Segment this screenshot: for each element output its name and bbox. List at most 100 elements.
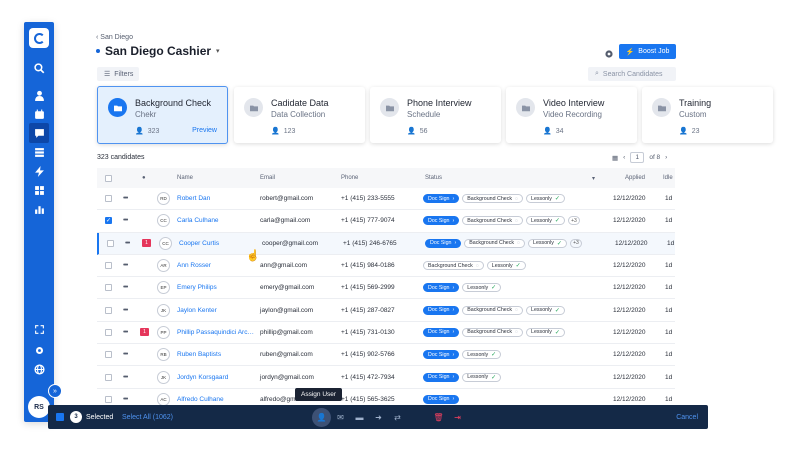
- breadcrumb[interactable]: ‹ San Diego: [96, 34, 133, 41]
- table-row[interactable]: ••• RD Robert Dan robert@gmail.com +1 (415) …: [97, 188, 675, 211]
- stage-card-phone-interview[interactable]: Phone Interview Schedule 👤 56: [370, 87, 501, 143]
- status-tag[interactable]: Lessonly ✓: [528, 238, 567, 248]
- candidate-name[interactable]: Ruben Baptists: [177, 344, 221, 365]
- row-checkbox[interactable]: [105, 195, 112, 203]
- status-tag[interactable]: Background Check ◌: [462, 194, 524, 204]
- bolt-icon[interactable]: [29, 161, 49, 181]
- more-tags-badge[interactable]: +3: [569, 238, 582, 248]
- bar-chart-icon[interactable]: [29, 199, 49, 219]
- status-tag[interactable]: Lessonly ✓: [526, 216, 565, 226]
- row-menu-icon[interactable]: •••: [123, 277, 128, 298]
- bulk-select-checkbox[interactable]: [56, 413, 64, 421]
- status-tag[interactable]: Doc Sign ›: [423, 283, 460, 293]
- status-tag[interactable]: Background Check ◌: [462, 305, 524, 315]
- table-row[interactable]: ••• EP Emery Philips emery@gmail.com +1 (415…: [97, 277, 675, 300]
- boost-job-button[interactable]: ⚡ Boost Job: [619, 44, 676, 59]
- globe-icon[interactable]: [29, 359, 49, 379]
- trash-icon[interactable]: 🗑: [429, 408, 448, 427]
- user-icon[interactable]: [29, 85, 49, 105]
- column-name[interactable]: Name: [177, 168, 193, 188]
- status-tag[interactable]: Doc Sign ›: [423, 194, 460, 204]
- preview-link[interactable]: Preview: [192, 127, 217, 134]
- select-all-link[interactable]: Select All (1062): [122, 414, 173, 421]
- candidate-name[interactable]: Robert Dan: [177, 188, 210, 209]
- row-menu-icon[interactable]: •••: [123, 299, 128, 320]
- chevron-down-icon[interactable]: ▾: [216, 47, 220, 55]
- cancel-button[interactable]: Cancel: [676, 414, 698, 421]
- row-checkbox[interactable]: [105, 306, 112, 314]
- page-input[interactable]: 1: [630, 152, 645, 163]
- column-applied[interactable]: Applied: [625, 168, 645, 188]
- stage-card-training[interactable]: Training Custom 👤 23: [642, 87, 773, 143]
- status-tag[interactable]: Doc Sign ›: [423, 305, 460, 315]
- row-menu-icon[interactable]: •••: [123, 344, 128, 365]
- status-tag[interactable]: Doc Sign ›: [423, 327, 460, 337]
- column-phone[interactable]: Phone: [341, 168, 358, 188]
- row-menu-icon[interactable]: •••: [125, 233, 130, 254]
- status-tag[interactable]: Lessonly ✓: [526, 327, 565, 337]
- candidate-name[interactable]: Jordyn Korsgaard: [177, 366, 228, 387]
- more-tags-badge[interactable]: +3: [567, 216, 580, 226]
- candidate-name[interactable]: Ann Rosser: [177, 255, 211, 276]
- stage-card-background-check[interactable]: Background Check Chekr 👤 323 Preview: [97, 86, 228, 144]
- search-icon[interactable]: [29, 58, 49, 78]
- sort-caret-icon[interactable]: ▾: [592, 168, 595, 188]
- message-badge[interactable]: 1: [142, 239, 151, 248]
- row-checkbox[interactable]: [105, 395, 112, 403]
- status-tag[interactable]: Lessonly ✓: [526, 194, 565, 204]
- calendar-icon[interactable]: [29, 104, 49, 124]
- row-checkbox[interactable]: ✓: [105, 217, 112, 225]
- search-input[interactable]: ⌕ Search Candidates: [588, 67, 676, 81]
- table-view-icon[interactable]: ▦: [612, 154, 618, 162]
- candidate-name[interactable]: Emery Philips: [177, 277, 217, 298]
- stage-card-video-interview[interactable]: Video Interview Video Recording 👤 34: [506, 87, 637, 143]
- settings-gear-icon[interactable]: [604, 46, 614, 58]
- table-row[interactable]: ••• AR Ann Rosser ann@gmail.com +1 (415) 984…: [97, 255, 675, 278]
- sidebar-expand-button[interactable]: »: [48, 384, 62, 398]
- row-checkbox[interactable]: [105, 373, 112, 381]
- status-tag[interactable]: Lessonly ✓: [526, 305, 565, 315]
- candidate-name[interactable]: Cooper Curtis: [179, 233, 219, 254]
- status-tag[interactable]: Lessonly ✓: [486, 261, 526, 271]
- email-icon[interactable]: ✉: [331, 408, 350, 427]
- table-row[interactable]: ••• 1 CC Cooper Curtis cooper@gmail.com +1 (4…: [97, 232, 675, 255]
- prev-page-icon[interactable]: ‹: [623, 154, 625, 161]
- avatar[interactable]: RS: [28, 396, 50, 418]
- grid-icon[interactable]: [29, 180, 49, 200]
- status-tag[interactable]: Doc Sign ›: [423, 350, 460, 360]
- status-tag[interactable]: Background Check ◌: [423, 261, 484, 271]
- message-icon[interactable]: ▬: [350, 408, 369, 427]
- list-icon[interactable]: [29, 142, 49, 162]
- assign-user-icon[interactable]: 👤: [312, 407, 331, 427]
- row-menu-icon[interactable]: •••: [123, 366, 128, 387]
- status-tag[interactable]: Lessonly ✓: [462, 350, 502, 360]
- candidate-name[interactable]: Jaylon Kenter: [177, 299, 217, 320]
- table-row[interactable]: ••• JK Jordyn Korsgaard jordyn@gmail.com +1 …: [97, 366, 675, 389]
- column-idle[interactable]: Idle: [663, 168, 673, 188]
- message-badge[interactable]: 1: [140, 328, 149, 337]
- reject-icon[interactable]: ⇥: [448, 408, 467, 427]
- candidate-name[interactable]: Phillip Passaquindici Arc…: [177, 322, 254, 343]
- table-row[interactable]: ••• 1 PP Phillip Passaquindici Arc… phillip@…: [97, 322, 675, 345]
- status-tag[interactable]: Background Check ◌: [462, 216, 524, 226]
- table-row[interactable]: ✓ ••• CC Carla Culhane carla@gmail.com +1 (41…: [97, 210, 675, 233]
- chat-icon[interactable]: [29, 123, 49, 143]
- next-page-icon[interactable]: ›: [665, 154, 667, 161]
- row-menu-icon[interactable]: •••: [123, 210, 128, 231]
- status-tag[interactable]: Lessonly ✓: [462, 372, 502, 382]
- column-status[interactable]: Status: [425, 168, 442, 188]
- status-tag[interactable]: Doc Sign ›: [423, 394, 460, 404]
- status-tag[interactable]: Doc Sign ›: [423, 372, 460, 382]
- row-menu-icon[interactable]: •••: [123, 322, 128, 343]
- candidate-name[interactable]: Carla Culhane: [177, 210, 219, 231]
- row-checkbox[interactable]: [105, 328, 112, 336]
- row-menu-icon[interactable]: •••: [123, 255, 128, 276]
- stage-card-candidate-data[interactable]: Cadidate Data Data Collection 👤 123: [234, 87, 365, 143]
- logo-icon[interactable]: [29, 28, 49, 48]
- column-email[interactable]: Email: [260, 168, 275, 188]
- swap-icon[interactable]: ⇄: [388, 408, 407, 427]
- row-menu-icon[interactable]: •••: [123, 188, 128, 209]
- gear-icon[interactable]: [29, 340, 49, 360]
- filters-button[interactable]: ☰ Filters: [97, 67, 139, 81]
- table-row[interactable]: ••• RB Ruben Baptists ruben@gmail.com +1 (41…: [97, 344, 675, 367]
